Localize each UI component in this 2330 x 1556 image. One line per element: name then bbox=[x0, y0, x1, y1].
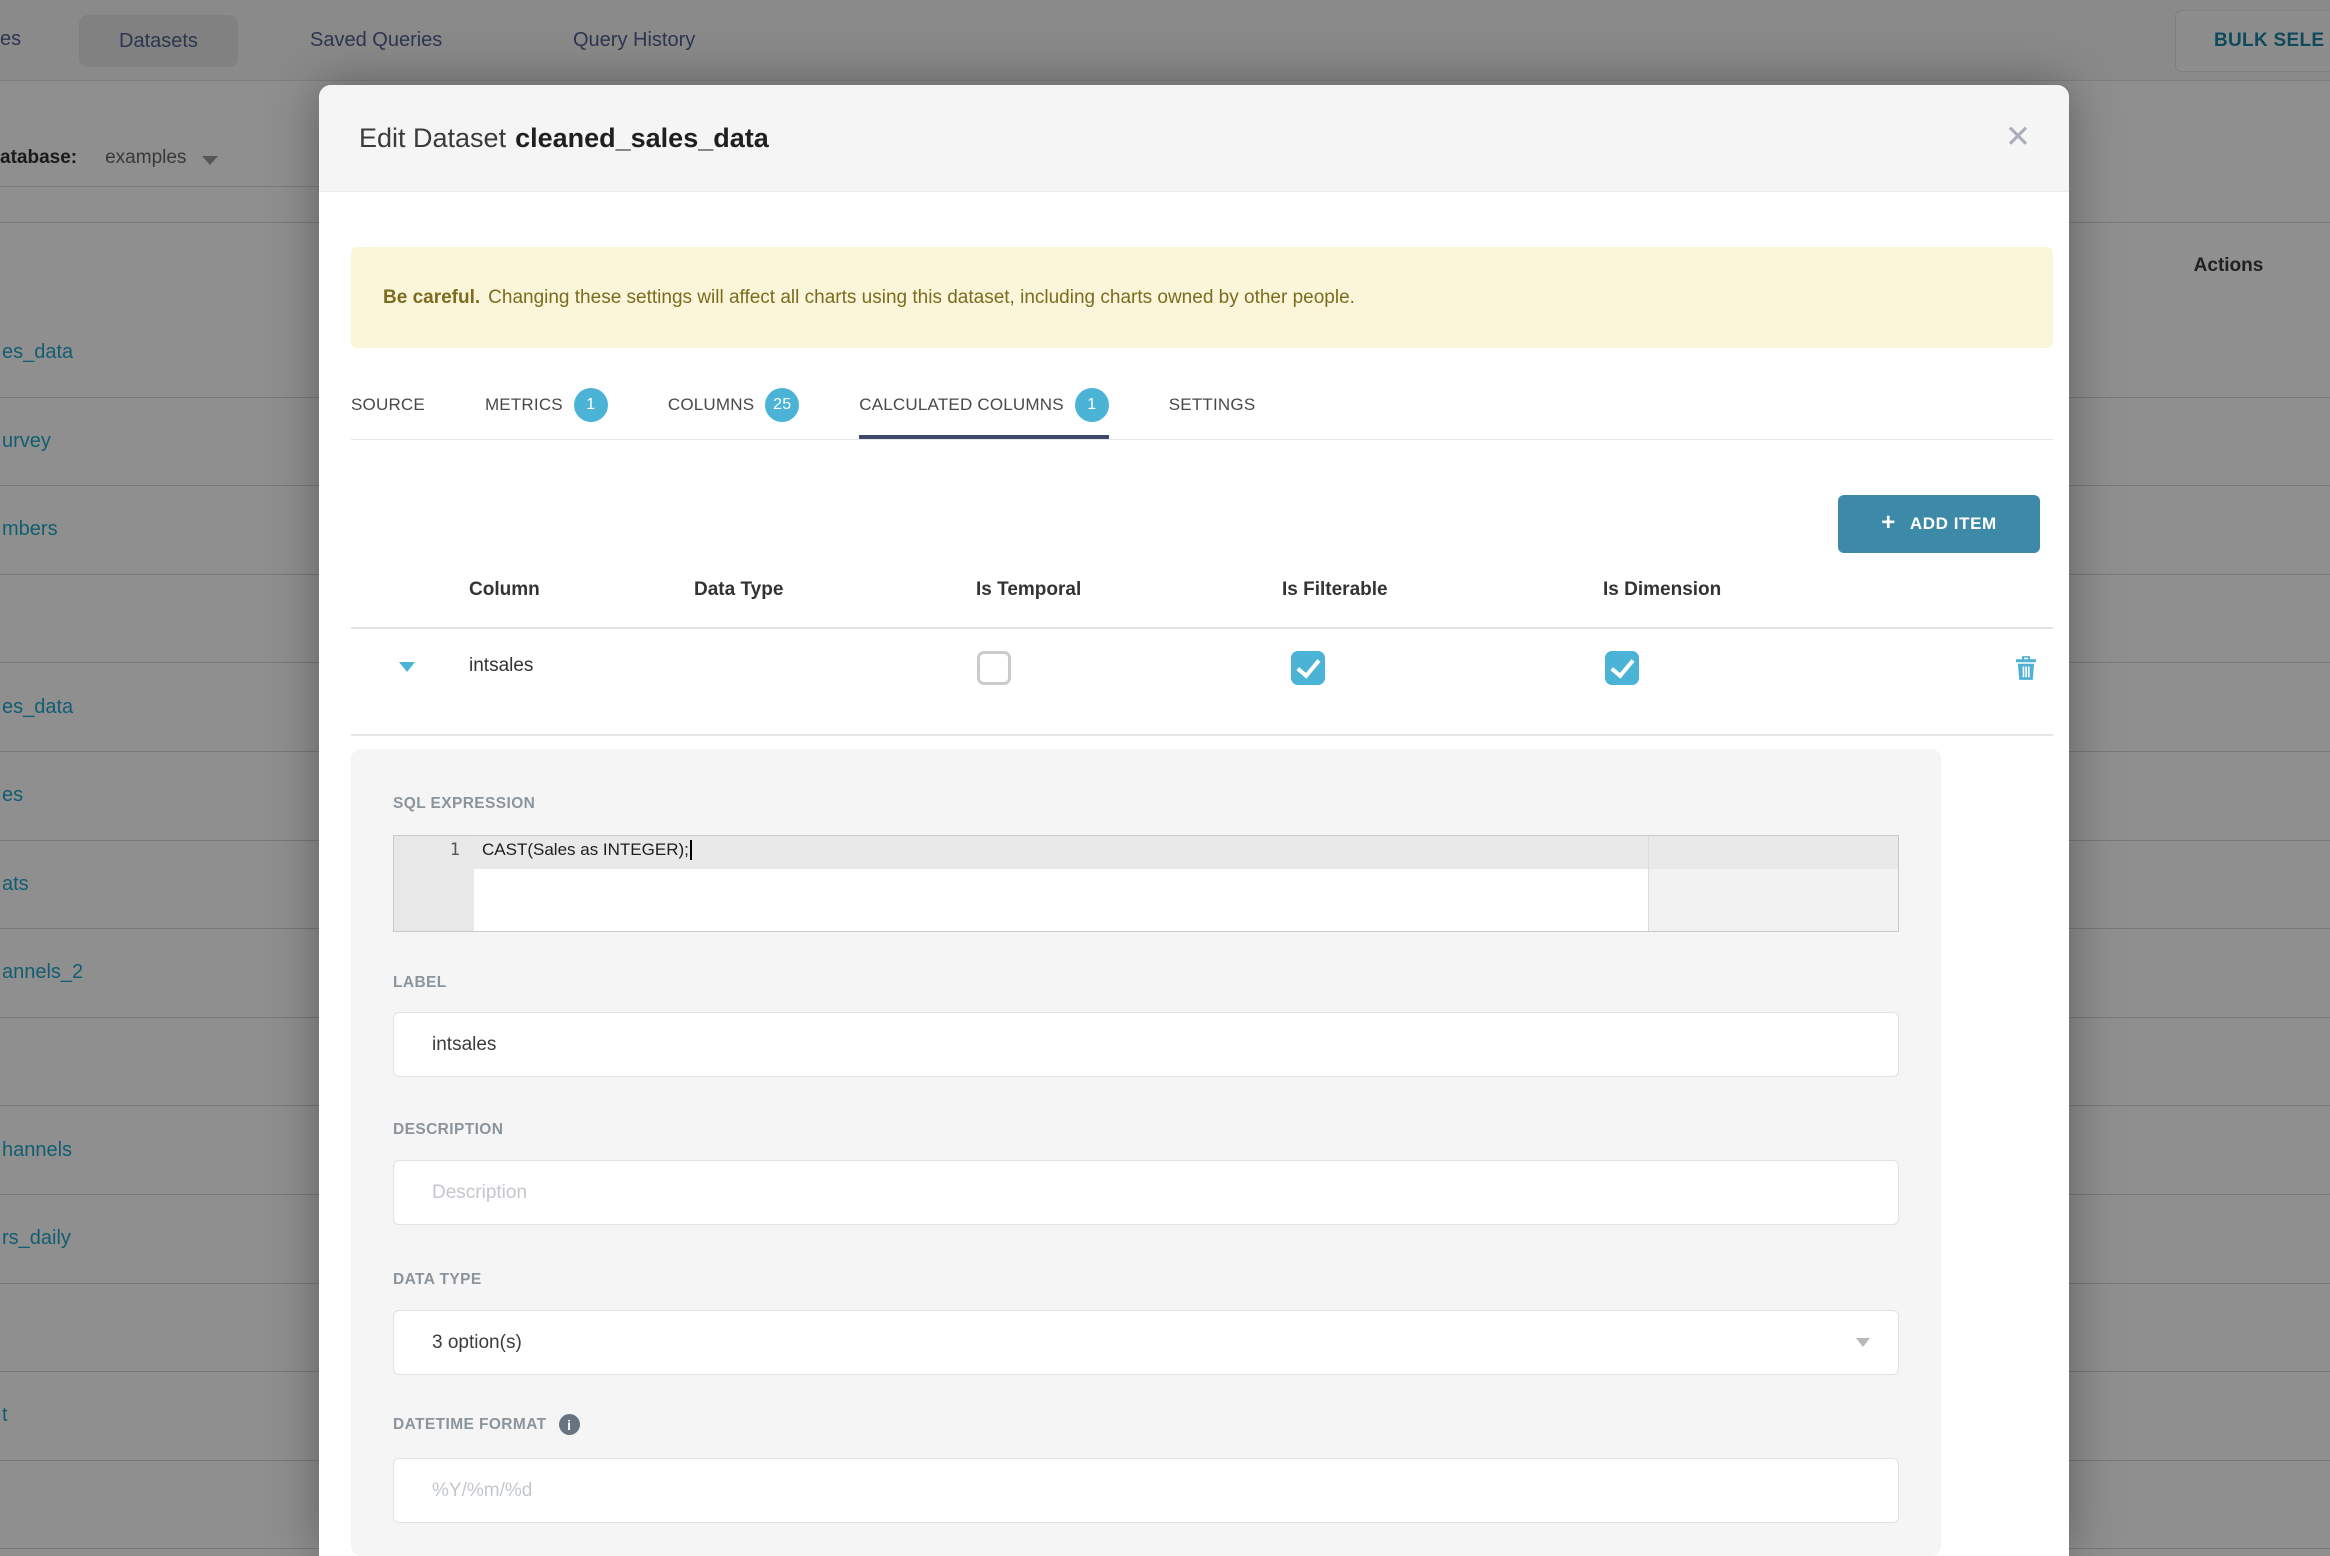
tab-label: SETTINGS bbox=[1168, 395, 1256, 414]
add-item-button[interactable]: + ADD ITEM bbox=[1838, 495, 2040, 553]
tab-metrics[interactable]: METRICS 1 bbox=[485, 370, 608, 440]
is-temporal-checkbox[interactable] bbox=[977, 651, 1011, 685]
tab-calculated-columns[interactable]: CALCULATED COLUMNS 1 bbox=[859, 370, 1109, 440]
plus-icon: + bbox=[1881, 509, 1896, 536]
datetime-label-text: DATETIME FORMAT bbox=[393, 1415, 547, 1433]
sql-code-text[interactable]: CAST(Sales as INTEGER); bbox=[482, 840, 692, 860]
datatype-field-label: DATA TYPE bbox=[393, 1271, 482, 1288]
add-item-label: ADD ITEM bbox=[1909, 514, 1997, 533]
sql-expression-label: SQL EXPRESSION bbox=[393, 795, 536, 812]
info-icon[interactable]: i bbox=[558, 1414, 580, 1435]
edit-dataset-modal: Edit Dataset cleaned_sales_data ✕ Be care… bbox=[319, 85, 2069, 1556]
datatype-select[interactable]: 3 option(s) bbox=[393, 1310, 1899, 1375]
tab-count-badge: 25 bbox=[765, 388, 800, 422]
column-header-is-temporal: Is Temporal bbox=[976, 579, 1082, 600]
column-header-is-filterable: Is Filterable bbox=[1282, 579, 1388, 600]
columns-table-header: Column Data Type Is Temporal Is Filterable I… bbox=[319, 579, 2069, 615]
editor-print-margin-line bbox=[1648, 836, 1649, 931]
chevron-down-icon bbox=[1856, 1338, 1870, 1347]
tab-count-badge: 1 bbox=[1074, 388, 1109, 422]
row-divider bbox=[351, 734, 2053, 736]
tab-label: CALCULATED COLUMNS bbox=[859, 395, 1064, 414]
modal-header: Edit Dataset cleaned_sales_data ✕ bbox=[319, 85, 2069, 192]
modal-title-dataset-name: cleaned_sales_data bbox=[515, 122, 769, 153]
header-divider bbox=[351, 627, 2053, 629]
tab-columns[interactable]: COLUMNS 25 bbox=[667, 370, 800, 440]
datatype-selected-value: 3 option(s) bbox=[432, 1331, 522, 1353]
close-icon[interactable]: ✕ bbox=[2005, 121, 2031, 152]
tab-count-badge: 1 bbox=[573, 388, 608, 422]
screen: es Datasets Saved Queries Query History BU… bbox=[0, 0, 2330, 1556]
datetime-format-input[interactable] bbox=[393, 1458, 1899, 1523]
column-name: intsales bbox=[469, 655, 534, 676]
column-detail-panel: SQL EXPRESSION 1 CAST(Sales as INTEGER);… bbox=[351, 749, 1941, 1556]
tab-label: COLUMNS bbox=[667, 395, 755, 414]
label-input[interactable] bbox=[393, 1012, 1899, 1077]
description-input[interactable] bbox=[393, 1160, 1899, 1225]
tab-settings[interactable]: SETTINGS bbox=[1169, 370, 1256, 440]
editor-code-area[interactable]: CAST(Sales as INTEGER); bbox=[474, 836, 1898, 931]
collapse-caret-icon[interactable] bbox=[399, 662, 415, 672]
tab-source[interactable]: SOURCE bbox=[351, 370, 425, 440]
tabs-divider bbox=[351, 439, 2053, 440]
column-header-is-dimension: Is Dimension bbox=[1603, 579, 1722, 600]
modal-title: Edit Dataset cleaned_sales_data bbox=[359, 123, 769, 154]
trash-icon[interactable] bbox=[2011, 653, 2041, 683]
column-header-column: Column bbox=[469, 579, 540, 600]
warning-bold: Be careful. bbox=[383, 286, 481, 308]
warning-banner: Be careful. Changing these settings will… bbox=[351, 247, 2053, 348]
modal-title-prefix: Edit Dataset bbox=[359, 122, 507, 153]
text-cursor bbox=[689, 840, 692, 860]
label-field-label: LABEL bbox=[393, 974, 447, 991]
is-dimension-checkbox[interactable] bbox=[1605, 651, 1639, 685]
column-header-data-type: Data Type bbox=[694, 579, 784, 600]
sql-editor[interactable]: 1 CAST(Sales as INTEGER); bbox=[393, 835, 1899, 932]
modal-tabs: SOURCE METRICS 1 COLUMNS 25 CALCULATED COLUMN… bbox=[351, 370, 1315, 440]
is-filterable-checkbox[interactable] bbox=[1291, 651, 1325, 685]
datetime-field-label: DATETIME FORMAT i bbox=[393, 1414, 580, 1435]
warning-text: Changing these settings will affect all … bbox=[488, 286, 1355, 308]
editor-gutter: 1 bbox=[394, 836, 474, 931]
tab-label: METRICS bbox=[484, 395, 563, 414]
description-field-label: DESCRIPTION bbox=[393, 1121, 504, 1138]
tab-label: SOURCE bbox=[351, 395, 425, 414]
